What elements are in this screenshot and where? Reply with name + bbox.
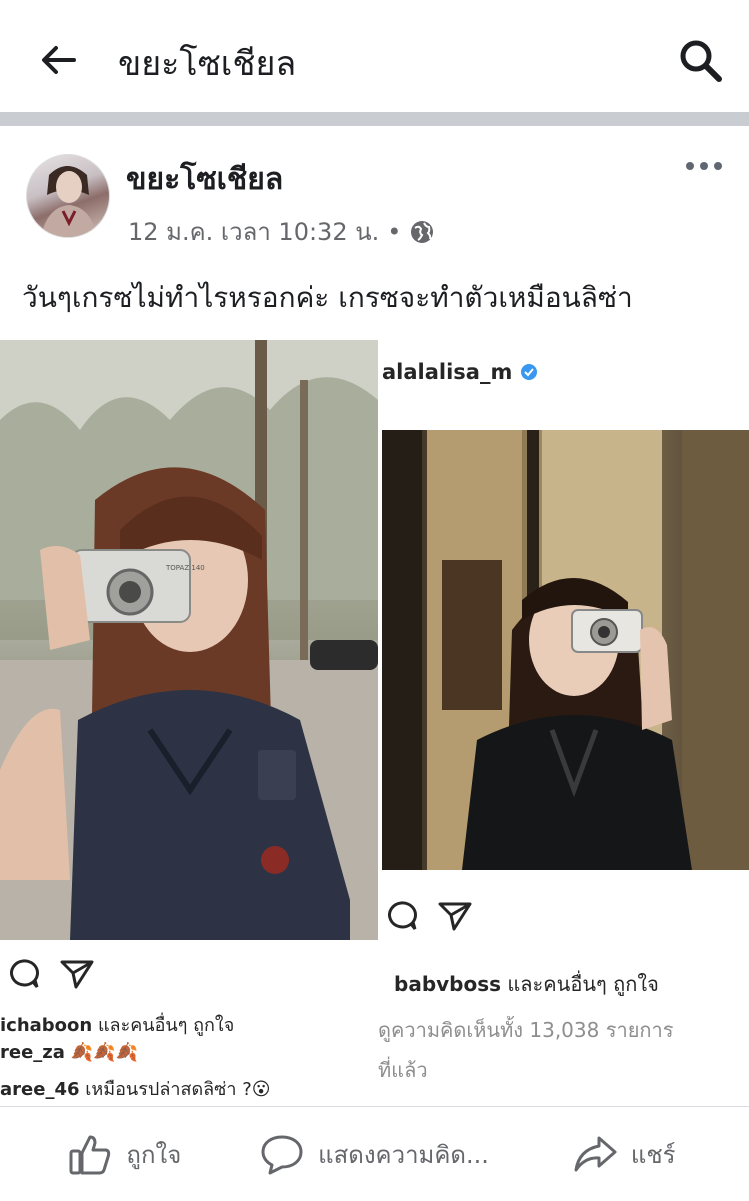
- more-dots-icon: [686, 162, 722, 170]
- share-arrow-icon: [574, 1136, 617, 1172]
- search-icon: [680, 40, 722, 82]
- left-comment-2: aree_46 เหมือนรปล่าสดลิซ่า ?😮: [0, 1079, 271, 1100]
- comment-icon: [388, 901, 417, 930]
- ig-username: alalalisa_m: [382, 360, 513, 384]
- left-comment-1: ree_za 🍂🍂🍂: [0, 1042, 138, 1063]
- left-photo: TOPAZ 140: [0, 340, 378, 940]
- send-icon: [60, 960, 94, 989]
- post-text: วันๆเกรซไม่ทำไรหรอกค่ะ เกรซจะทำตัวเหมือน…: [22, 281, 633, 314]
- thumbs-up-icon: [69, 1135, 111, 1175]
- meta-separator: •: [387, 217, 402, 246]
- more-options-button[interactable]: [684, 156, 724, 176]
- comment-bubble-icon: [261, 1135, 303, 1175]
- send-icon: [438, 902, 472, 931]
- mirror-selfie-illustration: [382, 430, 749, 870]
- right-ig-actions: [384, 900, 472, 932]
- search-button[interactable]: [676, 36, 724, 84]
- post-meta: 12 ม.ค. เวลา 10:32 น. •: [128, 212, 435, 251]
- avatar-photo: [41, 166, 97, 237]
- right-photo: [382, 430, 749, 870]
- back-button[interactable]: [38, 40, 78, 80]
- top-bar: ขยะโซเชียล: [0, 0, 749, 112]
- like-label: ถูกใจ: [126, 1140, 182, 1169]
- avatar[interactable]: [26, 154, 110, 238]
- left-ig-actions: [6, 958, 94, 990]
- post-timestamp[interactable]: 12 ม.ค. เวลา 10:32 น.: [128, 212, 379, 251]
- comment-button[interactable]: แสดงความคิด...: [250, 1107, 500, 1201]
- camera-label: TOPAZ 140: [165, 564, 205, 572]
- right-ig-header: alalalisa_m: [382, 360, 538, 384]
- page-title: ขยะโซเชียล: [118, 44, 297, 84]
- verified-badge-icon: [521, 364, 538, 380]
- section-divider: [0, 112, 749, 126]
- post-actions-bar: ถูกใจ แสดงความคิด... แชร์: [0, 1106, 749, 1201]
- right-instagram-screenshot: alalalisa_m babvboss และคนอื่นๆ ถูกใจ ดู…: [378, 340, 749, 1100]
- comment-label: แสดงความคิด...: [318, 1140, 489, 1169]
- left-instagram-screenshot: TOPAZ 140 ichaboon และคนอื่นๆ ถูกใจ ree_…: [0, 340, 378, 1100]
- share-button[interactable]: แชร์: [499, 1107, 749, 1201]
- right-likes-line: babvboss และคนอื่นๆ ถูกใจ: [394, 972, 659, 996]
- globe-icon: [411, 220, 434, 243]
- post-image[interactable]: TOPAZ 140 ichaboon และคนอื่นๆ ถูกใจ ree_…: [0, 340, 749, 1100]
- right-comments-count: ดูความคิดเห็นทั้ง 13,038 รายการ: [378, 1018, 674, 1042]
- post-card: ขยะโซเชียล 12 ม.ค. เวลา 10:32 น. • วันๆเ…: [0, 126, 749, 1200]
- left-likes-line: ichaboon และคนอื่นๆ ถูกใจ: [0, 1015, 235, 1036]
- like-button[interactable]: ถูกใจ: [0, 1107, 250, 1201]
- post-author[interactable]: ขยะโซเชียล: [126, 156, 283, 203]
- right-time-text: ที่แล้ว: [378, 1058, 428, 1082]
- back-arrow-icon: [42, 46, 76, 74]
- share-label: แชร์: [630, 1140, 676, 1169]
- comment-icon: [10, 959, 39, 988]
- girl-with-camera-illustration: TOPAZ 140: [0, 340, 378, 940]
